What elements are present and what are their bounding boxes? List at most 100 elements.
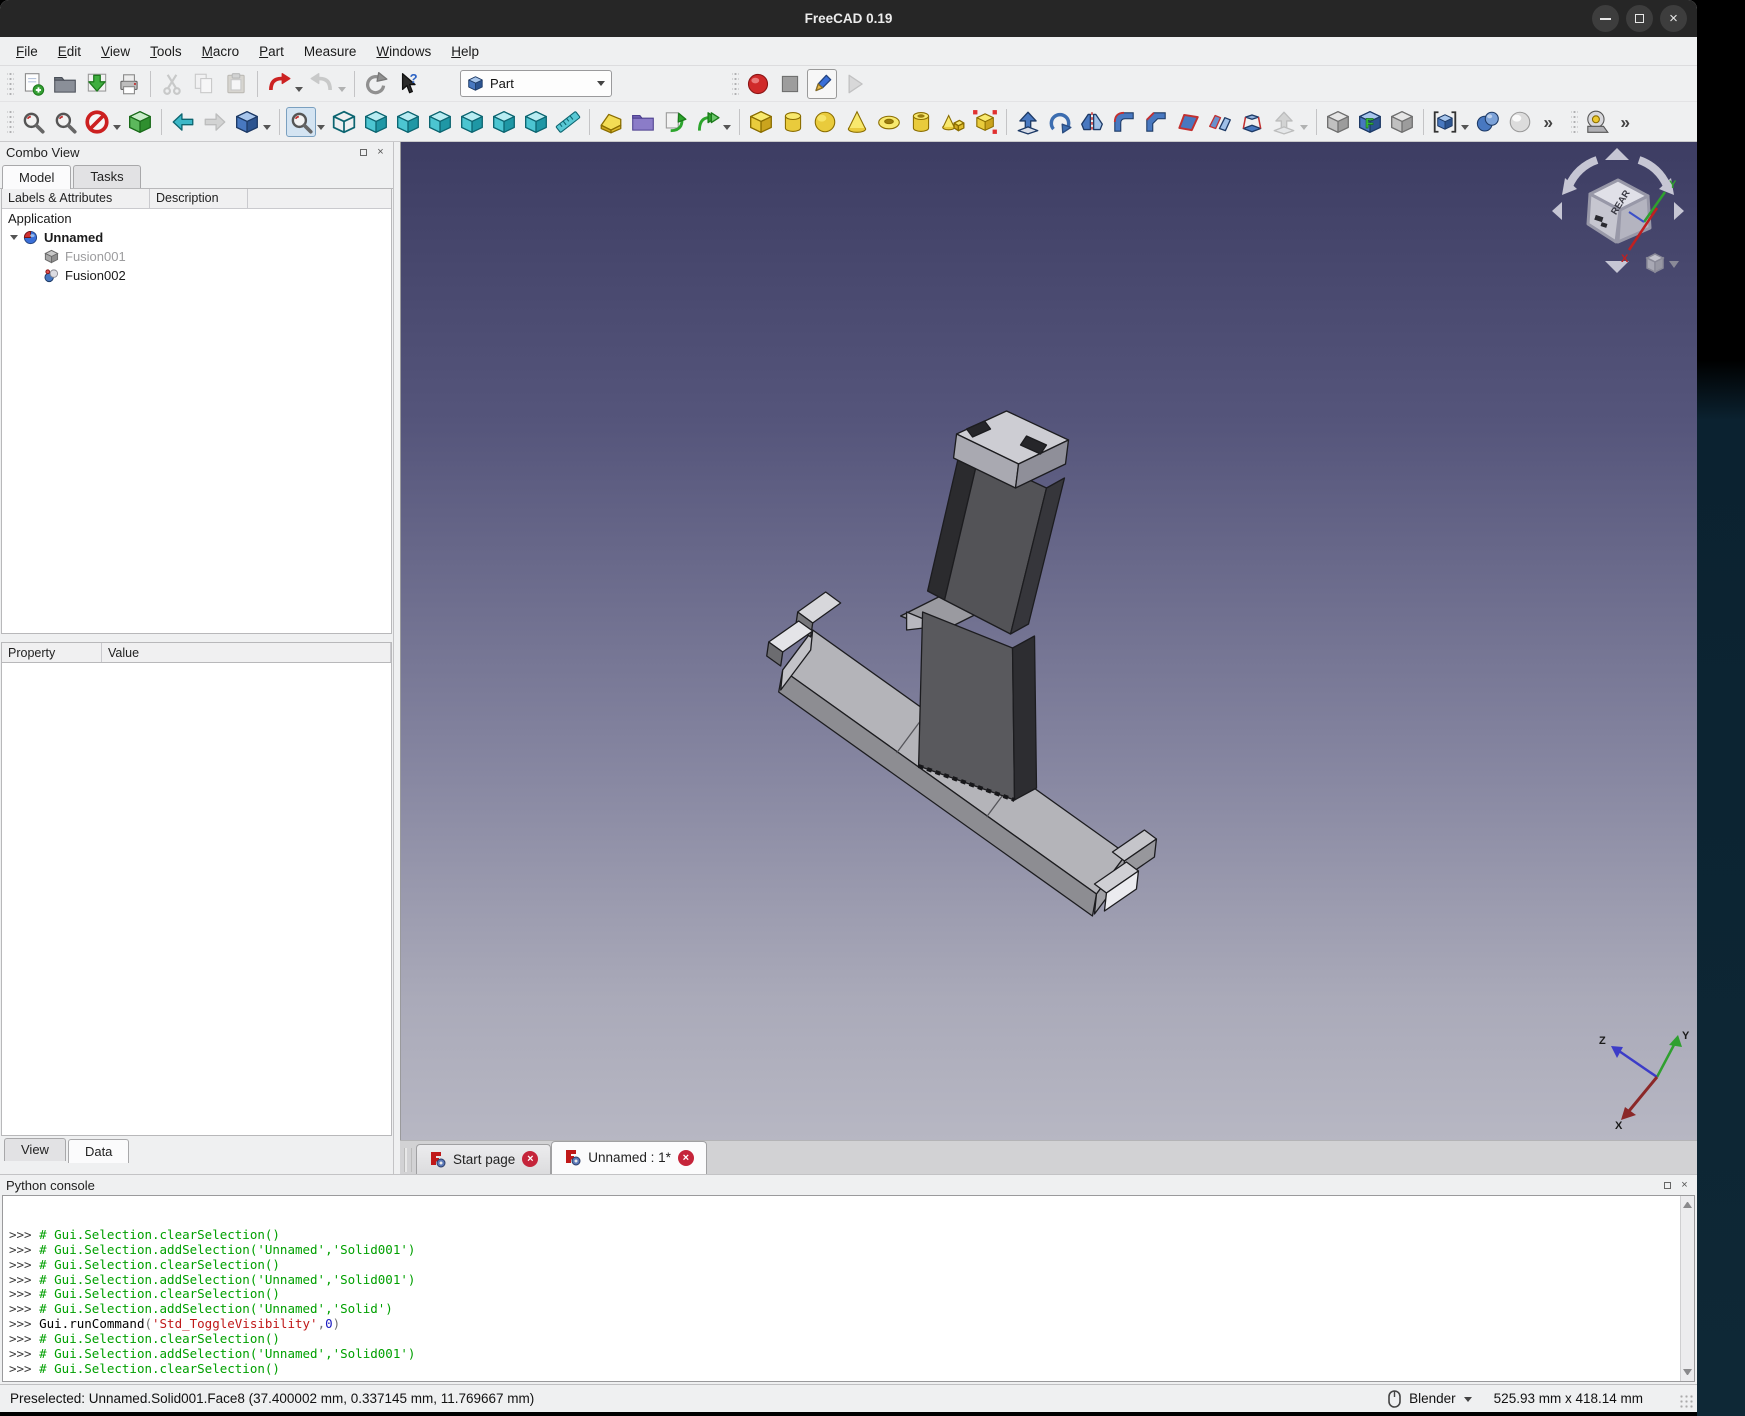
menu-tools[interactable]: Tools [140, 40, 192, 63]
menu-part[interactable]: Part [249, 40, 294, 63]
clipping-plane-dropdown-icon[interactable] [113, 125, 121, 130]
part-sphere-button[interactable] [810, 107, 840, 137]
toolbar-grip[interactable] [7, 109, 14, 135]
redo-dropdown-icon[interactable] [338, 87, 346, 92]
part-fillet-button[interactable] [1109, 107, 1139, 137]
redo-button[interactable] [307, 69, 337, 99]
close-tab-icon[interactable]: × [678, 1150, 694, 1166]
part-intersection-button[interactable] [1473, 107, 1503, 137]
workbench-selector[interactable]: Part [460, 70, 612, 97]
nav-mini-cube-icon[interactable] [1647, 254, 1663, 272]
part-loft-button[interactable] [1237, 107, 1267, 137]
open-document-button[interactable] [50, 69, 80, 99]
tab-model[interactable]: Model [2, 165, 71, 189]
tree-root-application[interactable]: Application [2, 209, 391, 228]
part-export-dropdown-icon[interactable] [723, 125, 731, 130]
macro-play-button[interactable] [839, 69, 869, 99]
measure-distance-button[interactable] [553, 107, 583, 137]
close-button[interactable]: × [1660, 5, 1687, 32]
part-box-button[interactable] [746, 107, 776, 137]
part-wedge-button[interactable] [596, 107, 626, 137]
tree-item-fusion002[interactable]: Fusion002 [2, 266, 391, 285]
nav-back-button[interactable] [168, 107, 198, 137]
toolbar-grip[interactable] [1571, 109, 1578, 135]
part-tube-button[interactable] [906, 107, 936, 137]
view-rear-button[interactable] [457, 107, 487, 137]
part-chamfer-button[interactable] [1141, 107, 1171, 137]
close-panel-icon[interactable]: × [374, 146, 387, 159]
part-extrude-button[interactable] [1013, 107, 1043, 137]
selection-view-dropdown-icon[interactable] [1461, 125, 1469, 130]
tab-data[interactable]: Data [68, 1139, 129, 1163]
zoom-tool-dropdown-icon[interactable] [317, 125, 325, 130]
menu-help[interactable]: Help [441, 40, 489, 63]
float-panel-icon[interactable] [357, 146, 370, 159]
part-ruled-surface-button[interactable] [1205, 107, 1235, 137]
minimize-button[interactable] [1592, 5, 1619, 32]
part-torus-button[interactable] [874, 107, 904, 137]
view-top-button[interactable] [393, 107, 423, 137]
isometric-view-dropdown-icon[interactable] [263, 125, 271, 130]
shape-builder-button[interactable] [938, 107, 968, 137]
view-left-button[interactable] [521, 107, 551, 137]
print-button[interactable] [114, 69, 144, 99]
axonometric-view-button[interactable] [125, 107, 155, 137]
float-console-icon[interactable] [1661, 1179, 1674, 1192]
scroll-up-icon[interactable] [1683, 1199, 1692, 1208]
paste-button[interactable] [221, 69, 251, 99]
toolbar-overflow-2-button[interactable]: » [1614, 107, 1644, 137]
fit-all-button[interactable] [18, 107, 48, 137]
tab-start-page[interactable]: Start page × [416, 1144, 551, 1174]
axonometric-wire-button[interactable] [329, 107, 359, 137]
maximize-button[interactable] [1626, 5, 1653, 32]
part-export-button[interactable] [692, 107, 722, 137]
tree-column-description[interactable]: Description [150, 189, 248, 208]
toolbar-overflow-1-button[interactable]: » [1537, 107, 1567, 137]
python-console[interactable]: >>> # Gui.Selection.clearSelection()>>> … [2, 1195, 1695, 1382]
tab-view[interactable]: View [4, 1138, 66, 1161]
part-mirror-button[interactable] [1077, 107, 1107, 137]
toolbar-grip[interactable] [732, 71, 739, 97]
toolbar-grip[interactable] [7, 71, 14, 97]
tab-tasks[interactable]: Tasks [73, 165, 140, 188]
nav-style-dropdown-icon[interactable] [1464, 1397, 1472, 1402]
close-console-icon[interactable]: × [1678, 1179, 1691, 1192]
whats-this-button[interactable]: ? [393, 69, 423, 99]
menu-view[interactable]: View [91, 40, 140, 63]
fit-selection-button[interactable] [50, 107, 80, 137]
value-column[interactable]: Value [102, 643, 391, 662]
part-sphere-white-button[interactable] [1505, 107, 1535, 137]
expander-icon[interactable] [10, 235, 18, 240]
clipping-plane-button[interactable] [82, 107, 112, 137]
view-front-button[interactable] [361, 107, 391, 137]
console-scrollbar[interactable] [1680, 1196, 1694, 1381]
view-right-button[interactable] [425, 107, 455, 137]
copy-button[interactable] [189, 69, 219, 99]
part-cone-button[interactable] [842, 107, 872, 137]
cut-button[interactable] [157, 69, 187, 99]
view-bottom-button[interactable] [489, 107, 519, 137]
part-union-button[interactable] [1387, 107, 1417, 137]
macro-record-button[interactable] [743, 69, 773, 99]
part-sweep-button[interactable] [1269, 107, 1299, 137]
macro-stop-button[interactable] [775, 69, 805, 99]
tree-item-fusion001[interactable]: Fusion001 [2, 247, 391, 266]
part-revolve-button[interactable] [1045, 107, 1075, 137]
part-primitives-button[interactable] [970, 107, 1000, 137]
save-document-button[interactable] [82, 69, 112, 99]
tree-item-document[interactable]: Unnamed [2, 228, 391, 247]
refresh-button[interactable] [361, 69, 391, 99]
selection-view-button[interactable] [1430, 107, 1460, 137]
property-editor[interactable] [1, 663, 392, 1136]
zoom-tool-button[interactable] [286, 107, 316, 137]
menu-windows[interactable]: Windows [366, 40, 441, 63]
3d-viewport[interactable]: REAR Y X [400, 142, 1697, 1140]
isometric-view-button[interactable] [232, 107, 262, 137]
panel-splitter[interactable] [0, 634, 393, 642]
menu-macro[interactable]: Macro [192, 40, 250, 63]
undo-button[interactable] [264, 69, 294, 99]
nav-forward-button[interactable] [200, 107, 230, 137]
menu-edit[interactable]: Edit [48, 40, 91, 63]
menu-file[interactable]: File [6, 40, 48, 63]
3d-model[interactable] [401, 142, 1697, 1140]
